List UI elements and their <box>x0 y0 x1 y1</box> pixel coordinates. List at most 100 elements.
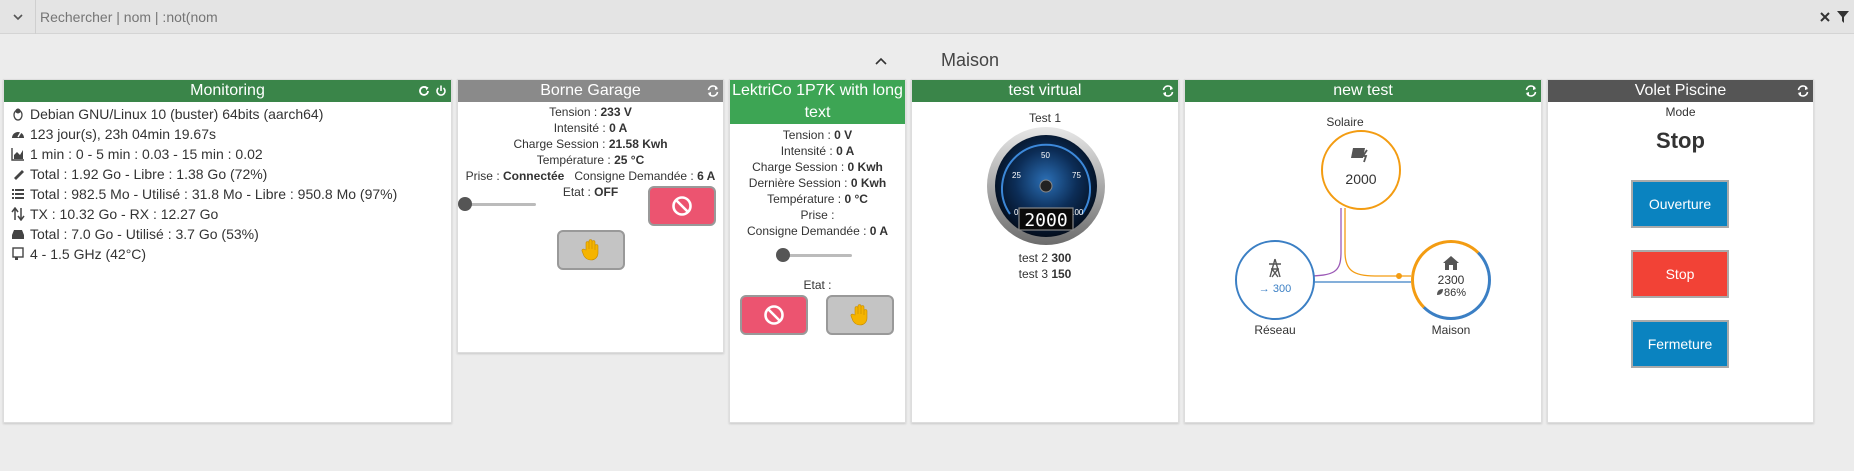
section-header: Maison <box>0 48 1854 76</box>
volet-piscine-widget: Volet Piscine Mode Stop Ouverture Stop F… <box>1547 79 1814 423</box>
close-icon <box>1820 12 1830 22</box>
gauge-tick: 25 <box>1012 171 1021 180</box>
charge-session-line: Charge Session : 21.58 Kwh <box>513 137 668 151</box>
open-button[interactable]: Ouverture <box>1631 180 1729 228</box>
widget-title: Volet Piscine <box>1634 82 1727 99</box>
consigne-slider[interactable] <box>458 197 536 211</box>
hand-icon <box>581 239 599 261</box>
prise-line: Prise : <box>800 208 835 222</box>
etat-line: Etat : <box>803 278 832 292</box>
linux-icon <box>10 106 26 122</box>
slider-handle[interactable] <box>776 248 790 262</box>
refresh-button[interactable] <box>1524 85 1537 98</box>
widget-title: new test <box>1333 82 1393 99</box>
filter-toggle-button[interactable] <box>0 0 36 34</box>
chevron-down-icon <box>12 14 23 21</box>
filter-icon <box>1837 11 1849 23</box>
temperature-line: Température : 0 °C <box>767 192 868 206</box>
intensite-line: Intensité : 0 A <box>780 144 855 158</box>
mode-label: Mode <box>1665 105 1696 119</box>
cpu-icon <box>10 246 26 262</box>
clear-search-button[interactable] <box>1818 10 1832 24</box>
cpu-row: 4 - 1.5 GHz (42°C) <box>4 244 451 264</box>
intensite-line: Intensité : 0 A <box>553 121 628 135</box>
widget-title: Borne Garage <box>540 82 641 99</box>
gauge-tick: 50 <box>1041 151 1050 160</box>
transmission-tower-icon <box>1269 258 1281 278</box>
home-self-consumption: 86% <box>1414 287 1488 299</box>
power-button[interactable] <box>434 85 447 98</box>
chevron-up-icon <box>875 57 887 65</box>
gauge-tick: 75 <box>1072 171 1081 180</box>
memory-row: Total : 1.92 Go - Libre : 1.38 Go (72%) <box>4 164 451 184</box>
tension-line: Tension : 0 V <box>782 128 853 142</box>
tension-line: Tension : 233 V <box>549 105 632 119</box>
load-row: 1 min : 0 - 5 min : 0.03 - 15 min : 0.02 <box>4 144 451 164</box>
power-icon <box>435 85 446 96</box>
gauge: 0 25 50 75 100 2000 <box>987 127 1105 245</box>
search-bar <box>0 0 1854 34</box>
test-virtual-widget: test virtual Test 1 0 25 50 75 100 2000 … <box>911 79 1179 423</box>
dashboard-icon <box>10 126 26 142</box>
memory-icon <box>10 166 26 182</box>
borne-garage-widget: Borne Garage Tension : 233 V Intensité :… <box>457 79 724 353</box>
refresh-button[interactable] <box>706 85 719 98</box>
pause-button[interactable] <box>557 230 625 270</box>
refresh-icon <box>1162 85 1173 97</box>
refresh-icon <box>418 86 429 96</box>
filter-button[interactable] <box>1836 10 1850 24</box>
hdd-icon <box>10 226 26 242</box>
test2-line: test 2 300 <box>1018 251 1072 265</box>
disk-row: Total : 7.0 Go - Utilisé : 3.7 Go (53%) <box>4 224 451 244</box>
derniere-session-line: Dernière Session : 0 Kwh <box>748 176 887 190</box>
prise-consigne-line: Prise : Connectée Consigne Demandée : 6 … <box>465 169 716 183</box>
widget-title: Monitoring <box>190 82 265 99</box>
refresh-icon <box>707 85 718 97</box>
refresh-button[interactable] <box>1796 85 1809 98</box>
stop-charge-button[interactable] <box>740 295 808 335</box>
consigne-line: Consigne Demandée : 0 A <box>747 224 888 238</box>
home-value: 2300 <box>1437 273 1465 287</box>
widget-title: LektriCo 1P7K with long text <box>732 82 903 121</box>
mode-value: Stop <box>1656 128 1705 153</box>
ban-icon <box>764 305 784 325</box>
gauge-tick: 0 <box>1014 208 1019 217</box>
stop-charge-button[interactable] <box>648 186 716 226</box>
search-input[interactable] <box>40 6 1810 28</box>
temperature-line: Température : 25 °C <box>536 153 645 167</box>
uptime-row: 123 jour(s), 23h 04min 19.67s <box>4 124 451 144</box>
grid-label: Réseau <box>1254 323 1296 337</box>
pause-button[interactable] <box>826 295 894 335</box>
stop-button[interactable]: Stop <box>1631 250 1729 298</box>
consigne-slider[interactable] <box>776 248 852 262</box>
grid-value: → 300 <box>1258 283 1292 295</box>
list-icon <box>10 186 26 202</box>
monitoring-widget: Monitoring Debian GNU/Linux 10 (buster) … <box>3 79 452 423</box>
test3-line: test 3 150 <box>1018 267 1072 281</box>
network-arrows-icon <box>10 206 26 222</box>
solar-panel-icon <box>1351 148 1368 163</box>
grid-node: → 300 <box>1235 240 1315 320</box>
section-title: Maison <box>940 50 1000 70</box>
gauge-value: 2000 <box>1024 210 1067 231</box>
refresh-button[interactable] <box>417 85 430 98</box>
network-row: TX : 10.32 Go - RX : 12.27 Go <box>4 204 451 224</box>
close-button[interactable]: Fermeture <box>1631 320 1729 368</box>
os-row: Debian GNU/Linux 10 (buster) 64bits (aar… <box>4 104 451 124</box>
refresh-icon <box>1797 85 1808 97</box>
hand-icon <box>850 304 868 326</box>
home-label: Maison <box>1431 323 1471 337</box>
refresh-icon <box>1525 85 1536 97</box>
swap-row: Total : 982.5 Mo - Utilisé : 31.8 Mo - L… <box>4 184 451 204</box>
refresh-button[interactable] <box>1161 85 1174 98</box>
ban-icon <box>672 196 692 216</box>
solar-value: 2000 <box>1345 171 1377 187</box>
slider-handle[interactable] <box>458 197 472 211</box>
collapse-section-button[interactable] <box>874 54 890 68</box>
solar-label: Solaire <box>1326 115 1364 129</box>
leaf-icon <box>1436 289 1443 295</box>
chart-area-icon <box>10 146 26 162</box>
solar-node: 2000 <box>1321 130 1401 210</box>
charge-session-line: Charge Session : 0 Kwh <box>752 160 883 174</box>
lektrico-widget: LektriCo 1P7K with long text Tension : 0… <box>729 79 906 423</box>
